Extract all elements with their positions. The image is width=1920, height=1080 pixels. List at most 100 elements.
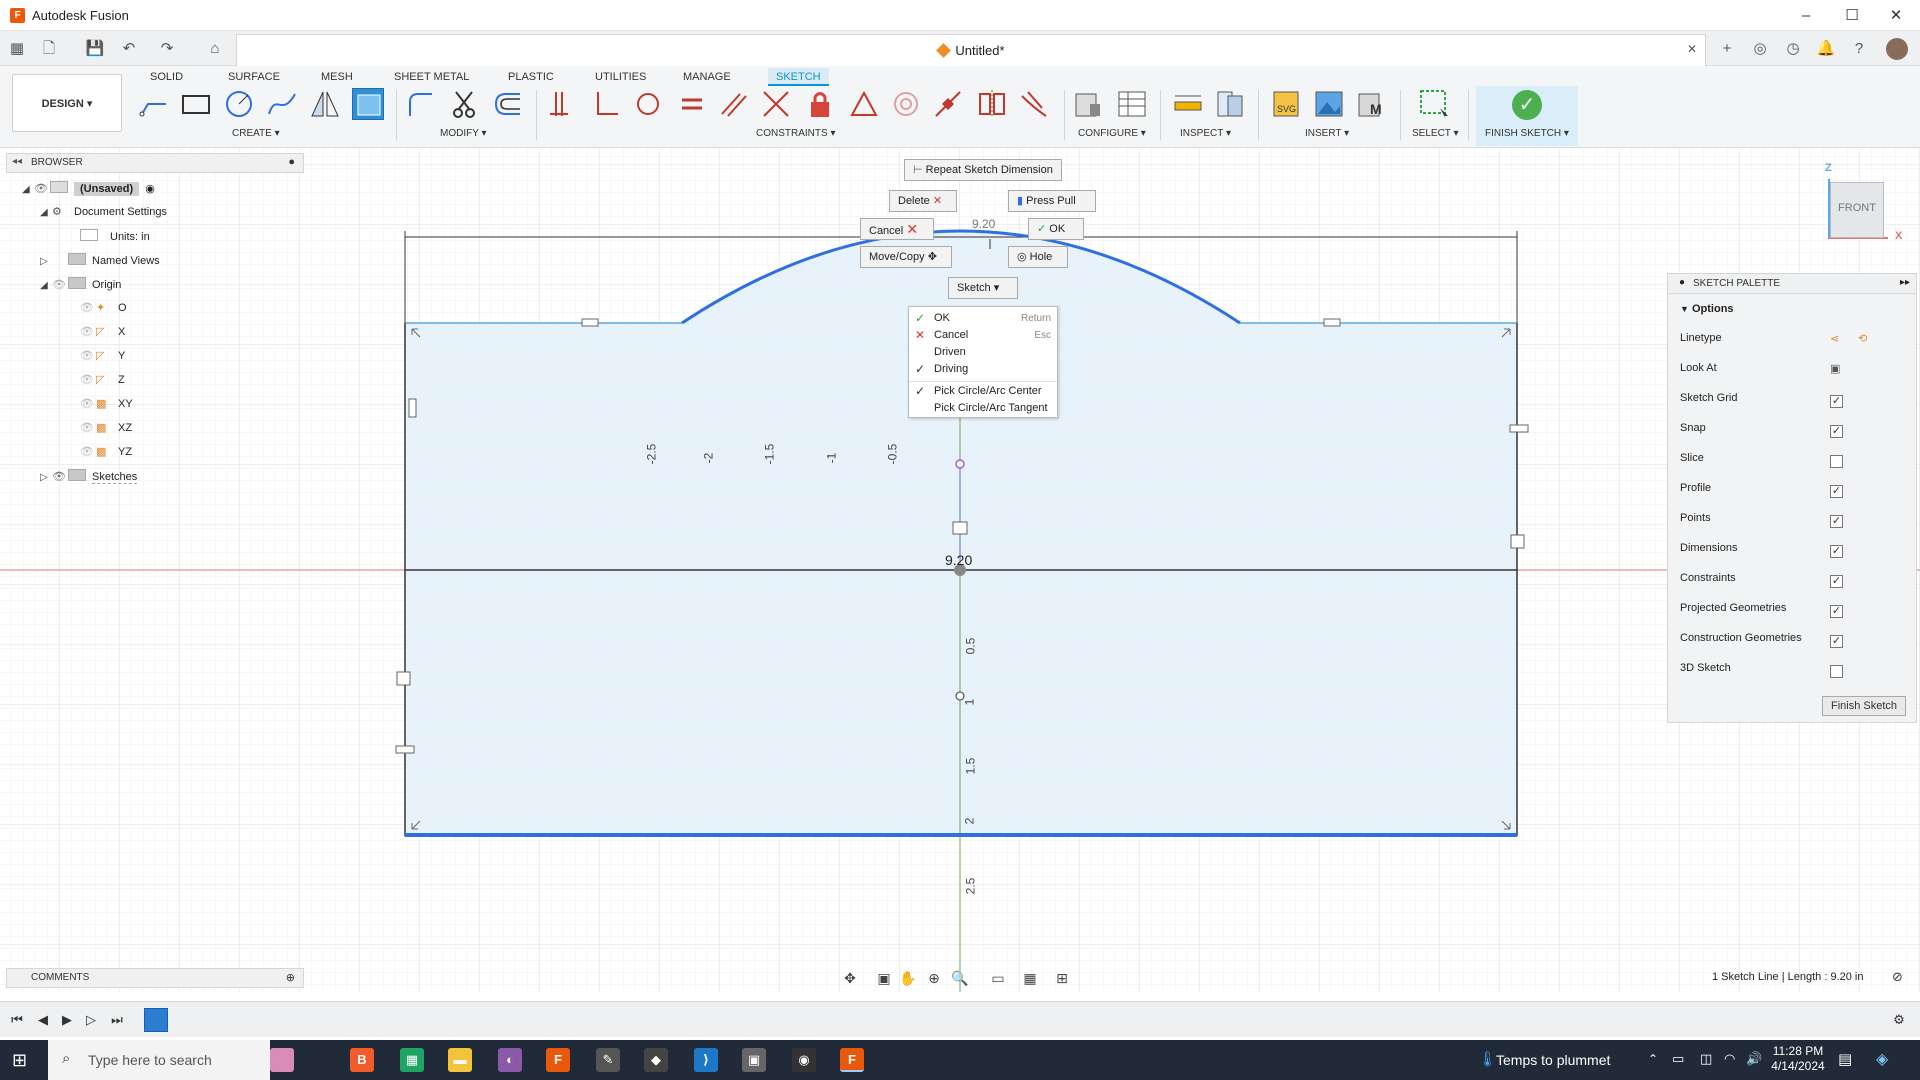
fix-lock-icon[interactable]	[804, 88, 836, 120]
insert-image-icon[interactable]	[1313, 88, 1345, 120]
copilot-icon[interactable]: ◈	[1876, 1049, 1888, 1069]
options-section[interactable]: ▼ Options	[1680, 303, 1910, 323]
3d-sketch-checkbox[interactable]	[1830, 665, 1843, 678]
extensions-icon[interactable]: ◎	[1749, 38, 1771, 60]
concentric-constraint-icon[interactable]	[890, 88, 922, 120]
taskbar-widget-icon[interactable]	[270, 1048, 294, 1072]
ok-button[interactable]: ✓ OK	[1028, 218, 1084, 240]
browser-options-icon[interactable]: ●	[288, 156, 295, 168]
sheets-app-icon[interactable]: ▦	[400, 1048, 424, 1072]
profile-checkbox[interactable]: ✓	[1830, 485, 1843, 498]
tab-manage[interactable]: MANAGE	[675, 68, 739, 86]
tray-device-icon[interactable]: ▭	[1672, 1051, 1684, 1067]
insert-mcmaster-icon[interactable]: M	[1356, 88, 1388, 120]
project-tool-icon[interactable]	[352, 88, 384, 120]
tab-utilities[interactable]: UTILITIES	[587, 68, 654, 86]
offset-tool-icon[interactable]	[492, 88, 524, 120]
line-tool-icon[interactable]	[138, 88, 170, 120]
look-at-icon[interactable]: ▣	[1830, 362, 1840, 375]
construction-linetype-icon[interactable]: ⋖	[1830, 332, 1839, 345]
tree-item-z-axis[interactable]: 👁 ◸ Z	[80, 373, 125, 395]
windows-start-icon[interactable]: ⊞	[12, 1050, 27, 1071]
context-item-cancel[interactable]: ✕ Cancel Esc	[909, 327, 1057, 344]
redo-icon[interactable]: ↷	[156, 38, 178, 60]
notification-center-icon[interactable]: ▤	[1838, 1050, 1852, 1068]
sketch-dropdown-button[interactable]: Sketch ▾	[948, 277, 1018, 299]
data-panel-grid-icon[interactable]: ▦	[6, 38, 28, 60]
timeline-last-icon[interactable]: ⏭	[108, 1011, 126, 1029]
palette-expand-arrow-icon[interactable]: ▸▸	[1900, 277, 1910, 288]
notifications-bell-icon[interactable]: 🔔	[1815, 38, 1837, 60]
canvas-viewport[interactable]: -2.5 -2 -1.5 -1 -0.5 0.5 1 1.5 2 2.5 9.2…	[0, 149, 1920, 992]
equal-constraint-icon[interactable]	[676, 88, 708, 120]
tree-item-sketches[interactable]: ▷ 👁 Sketches	[40, 469, 138, 491]
interference-icon[interactable]	[1214, 88, 1246, 120]
fit-zoom-icon[interactable]: 🔍	[950, 968, 970, 988]
inkscape-icon[interactable]: ◆	[644, 1048, 668, 1072]
tree-item-document-settings[interactable]: ◢ ⚙ Document Settings	[40, 205, 167, 227]
maximize-button[interactable]: ☐	[1832, 4, 1872, 28]
constraints-group-label[interactable]: CONSTRAINTS ▾	[756, 128, 835, 139]
tangent-constraint-icon[interactable]	[632, 88, 664, 120]
timeline-settings-gear-icon[interactable]: ⚙	[1890, 1011, 1908, 1029]
slice-checkbox[interactable]	[1830, 455, 1843, 468]
orbit-icon[interactable]: ✥	[840, 968, 860, 988]
pen-app-icon[interactable]: ✎	[596, 1048, 620, 1072]
job-status-icon[interactable]: ◷	[1782, 38, 1804, 60]
obs-app-icon[interactable]: ◉	[792, 1048, 816, 1072]
help-icon[interactable]: ?	[1848, 38, 1870, 60]
tree-item-y-axis[interactable]: 👁 ◸ Y	[80, 349, 125, 371]
tab-sheet-metal[interactable]: SHEET METAL	[386, 68, 477, 86]
look-at-icon[interactable]: ▣	[874, 968, 894, 988]
measure-icon[interactable]	[1172, 88, 1204, 120]
collinear-constraint-icon[interactable]	[760, 88, 792, 120]
sketch-grid-checkbox[interactable]: ✓	[1830, 395, 1843, 408]
repeat-sketch-dimension-button[interactable]: ⊢ Repeat Sketch Dimension	[904, 159, 1062, 181]
inspect-group-label[interactable]: INSPECT ▾	[1180, 128, 1231, 139]
snap-checkbox[interactable]: ✓	[1830, 425, 1843, 438]
context-item-driving[interactable]: ✓ Driving	[909, 361, 1057, 378]
tree-item-units[interactable]: Units: in	[80, 229, 150, 251]
zoom-icon[interactable]: ⊕	[924, 968, 944, 988]
constraint-glyph[interactable]	[1510, 534, 1525, 549]
close-button[interactable]: ✕	[1876, 4, 1916, 28]
context-item-driven[interactable]: Driven	[909, 344, 1057, 361]
timeline-previous-icon[interactable]: ◀	[34, 1011, 52, 1029]
mirror-tool-icon[interactable]	[309, 88, 341, 120]
dimension-value-edit[interactable]: 9.20	[945, 552, 972, 568]
tab-sketch[interactable]: SKETCH	[768, 68, 829, 86]
horizontal-constraint-glyph[interactable]	[395, 745, 415, 754]
tray-chevron-icon[interactable]: ⌃	[1648, 1052, 1658, 1066]
taskbar-search[interactable]: ⌕ Type here to search	[48, 1040, 270, 1080]
centerline-linetype-icon[interactable]: ⟲	[1858, 332, 1867, 345]
circle-tool-icon[interactable]	[223, 88, 255, 120]
timeline-play-icon[interactable]: ▶	[58, 1011, 76, 1029]
points-checkbox[interactable]: ✓	[1830, 515, 1843, 528]
vscode-icon[interactable]: ⟩	[694, 1048, 718, 1072]
curvature-constraint-icon[interactable]	[1018, 88, 1050, 120]
close-document-button[interactable]: ✕	[1687, 42, 1697, 56]
configure-icon[interactable]	[1072, 88, 1104, 120]
home-icon[interactable]: ⌂	[204, 38, 226, 60]
select-group-label[interactable]: SELECT ▾	[1412, 128, 1459, 139]
constraints-checkbox[interactable]: ✓	[1830, 575, 1843, 588]
wifi-icon[interactable]: ◠	[1724, 1051, 1735, 1067]
horizontal-constraint-glyph[interactable]	[1509, 424, 1529, 433]
weather-widget[interactable]: Temps to plummet	[1496, 1052, 1610, 1068]
coincident-constraint-icon[interactable]	[546, 88, 578, 120]
constraint-glyph[interactable]	[396, 671, 411, 686]
save-icon[interactable]: 💾	[84, 38, 106, 60]
view-cube[interactable]: FRONT	[1830, 182, 1884, 238]
symmetry-constraint-icon[interactable]	[976, 88, 1008, 120]
status-options-icon[interactable]: ⊘	[1892, 969, 1903, 985]
select-box-icon[interactable]	[1418, 88, 1450, 120]
user-avatar[interactable]	[1886, 38, 1908, 60]
sketch-canvas[interactable]	[0, 149, 1920, 992]
dimension-value-top[interactable]: 9.20	[972, 217, 995, 231]
insert-group-label[interactable]: INSERT ▾	[1305, 128, 1349, 139]
tray-network-icon[interactable]: ◫	[1700, 1051, 1712, 1067]
pan-hand-icon[interactable]: ✋	[898, 968, 918, 988]
context-item-pick-tangent[interactable]: Pick Circle/Arc Tangent	[909, 400, 1057, 417]
file-menu-icon[interactable]: 🗋	[38, 38, 60, 60]
rectangle-tool-icon[interactable]	[180, 88, 212, 120]
